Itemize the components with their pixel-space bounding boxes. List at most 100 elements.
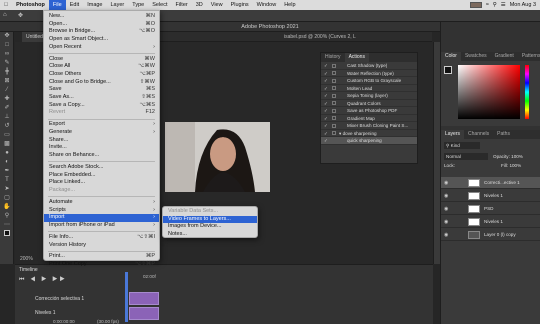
shape-tool-icon[interactable]: ▢ — [0, 194, 14, 203]
stamp-tool-icon[interactable]: ⊥ — [0, 113, 14, 122]
dialog-toggle-box[interactable] — [332, 78, 336, 83]
menu-item-print-one-copy[interactable]: Print One Copy ⌥⇧⌘P — [44, 261, 159, 269]
home-icon[interactable]: ⌂ — [3, 12, 7, 18]
action-row[interactable]: ✓ Custom RGB to Grayscale — [321, 77, 417, 85]
hue-slider[interactable] — [525, 65, 529, 119]
check-icon[interactable]: ✓ — [324, 130, 328, 137]
brush-tool-icon[interactable]: ✐ — [0, 104, 14, 113]
dialog-toggle-box[interactable] — [332, 86, 336, 90]
layer-filter-kind[interactable]: ⚲ Kind — [444, 142, 480, 149]
submenu-item-images-from-device[interactable]: Images from Device... — [163, 223, 257, 231]
move-tool-icon[interactable]: ✥ — [0, 32, 14, 41]
color-picker-field[interactable] — [458, 65, 520, 119]
track-label[interactable]: Corrección selectiva 1 — [35, 296, 84, 302]
action-row[interactable]: ✓ Cast Shadow (type) — [321, 62, 417, 70]
playhead[interactable] — [125, 272, 128, 322]
gradient-tool-icon[interactable]: ▩ — [0, 140, 14, 149]
menu-item-close-others[interactable]: Close Others ⌥⌘P — [44, 71, 159, 79]
opacity-control[interactable]: Opacity: 100% — [493, 153, 523, 160]
zoom-level[interactable]: 200% — [20, 256, 33, 262]
menu-item-scripts[interactable]: Scripts › — [44, 207, 159, 215]
pen-tool-icon[interactable]: ✒ — [0, 167, 14, 176]
menu-item-invite[interactable]: Invite... — [44, 144, 159, 152]
layer-row[interactable]: ◉ Niveles 1 — [441, 190, 540, 202]
menu-item-export[interactable]: Export › — [44, 121, 159, 129]
foreground-color-swatch[interactable] — [0, 230, 14, 239]
hand-tool-icon[interactable]: ✋ — [0, 203, 14, 212]
menu-view[interactable]: View — [207, 0, 227, 10]
check-icon[interactable]: ✓ — [324, 100, 328, 107]
tab-gradient[interactable]: Gradient — [491, 52, 518, 61]
screen-recording-thumbnail[interactable] — [469, 2, 482, 8]
healing-tool-icon[interactable]: ✚ — [0, 95, 14, 104]
check-icon[interactable]: ✓ — [324, 107, 328, 114]
menu-item-import[interactable]: Import › — [44, 214, 159, 222]
wifi-icon[interactable]: ≈ — [486, 2, 489, 8]
menu-app-name[interactable]: Photoshop — [12, 0, 49, 10]
menu-item-browse-in-bridge[interactable]: Browse in Bridge... ⌥⌘O — [44, 28, 159, 36]
menu-edit[interactable]: Edit — [66, 0, 83, 10]
menu-item-place-linked[interactable]: Place Linked... — [44, 179, 159, 187]
eye-icon[interactable]: ◉ — [444, 193, 448, 199]
document-tab-right[interactable]: isabel.psd @ 200% (Curves 2, L — [284, 32, 356, 42]
menu-plugins[interactable]: Plugins — [227, 0, 253, 10]
track-label[interactable]: Niveles 1 — [35, 310, 56, 316]
action-row[interactable]: ✓ Quadrant Colors — [321, 100, 417, 107]
foreground-swatch[interactable] — [444, 66, 452, 74]
dialog-toggle-box[interactable] — [332, 63, 336, 68]
check-icon[interactable]: ✓ — [324, 115, 328, 122]
check-icon[interactable]: ✓ — [324, 122, 328, 129]
tab-history[interactable]: History — [321, 53, 345, 62]
menu-item-share-on-behance[interactable]: Share on Behance... — [44, 152, 159, 160]
action-row[interactable]: ✓ Save as Photoshop PDF — [321, 107, 417, 115]
apple-icon[interactable]:  — [0, 0, 12, 10]
submenu-item-video-frames-to-layers[interactable]: Video Frames to Layers... — [163, 215, 257, 224]
dialog-toggle-box[interactable] — [332, 101, 336, 105]
tab-patterns[interactable]: Patterns — [518, 52, 540, 61]
check-icon[interactable]: ✓ — [324, 77, 328, 84]
action-row[interactable]: ✓ Gradient Map — [321, 115, 417, 122]
eyedropper-tool-icon[interactable]: ⁄ — [0, 86, 14, 95]
menu-3d[interactable]: 3D — [192, 0, 207, 10]
action-row-selected[interactable]: ✓ quick sharpening — [321, 137, 417, 145]
action-row[interactable]: ✓ Molten Lead — [321, 85, 417, 92]
menu-item-save-as[interactable]: Save As... ⇧⌘S — [44, 94, 159, 102]
frame-tool-icon[interactable]: ⊠ — [0, 77, 14, 86]
tab-channels[interactable]: Channels — [464, 130, 493, 139]
eraser-tool-icon[interactable]: ▭ — [0, 131, 14, 140]
layer-row[interactable]: ◉ PSD — [441, 203, 540, 215]
menu-item-place-embedded[interactable]: Place Embedded... — [44, 172, 159, 180]
menu-item-generate[interactable]: Generate › — [44, 129, 159, 137]
move-tool-icon[interactable]: ✥ — [18, 12, 23, 19]
crop-tool-icon[interactable]: ╋ — [0, 68, 14, 77]
tab-actions[interactable]: Actions — [344, 53, 369, 62]
check-icon[interactable]: ✓ — [324, 70, 328, 77]
eye-icon[interactable]: ◉ — [444, 232, 448, 238]
tab-swatches[interactable]: Swatches — [461, 52, 491, 61]
menu-item-close-and-go-to-bridge[interactable]: Close and Go to Bridge... ⇧⌘W — [44, 79, 159, 87]
control-center-icon[interactable]: ☰ — [501, 2, 506, 8]
menu-file[interactable]: File — [48, 0, 66, 10]
quick-select-tool-icon[interactable]: ✎ — [0, 59, 14, 68]
eye-icon[interactable]: ◉ — [444, 180, 448, 186]
fill-control[interactable]: Fill: 100% — [501, 162, 521, 169]
check-icon[interactable]: ✓ — [324, 92, 328, 99]
eye-icon[interactable]: ◉ — [444, 219, 448, 225]
timeline-clip[interactable] — [129, 307, 159, 320]
tab-paths[interactable]: Paths — [493, 130, 514, 139]
check-icon[interactable]: ✓ — [324, 85, 328, 92]
path-select-tool-icon[interactable]: ➤ — [0, 185, 14, 194]
timeline-clip[interactable] — [129, 292, 159, 305]
layer-row[interactable]: ◉ Correcti...ective 1 — [441, 177, 540, 189]
menu-item-search-adobe-stock[interactable]: Search Adobe Stock... — [44, 164, 159, 172]
search-icon[interactable]: ⚲ — [493, 2, 497, 8]
menu-item-file-info[interactable]: File Info... ⌥⇧⌘I — [44, 234, 159, 242]
tab-color[interactable]: Color — [441, 52, 461, 61]
dialog-toggle-box[interactable] — [332, 93, 336, 98]
check-icon[interactable]: ✓ — [324, 62, 328, 69]
dialog-toggle-box[interactable] — [332, 123, 336, 128]
action-row[interactable]: ✓ Sepia Toning (layer) — [321, 92, 417, 100]
menu-item-version-history[interactable]: Version History — [44, 242, 159, 250]
zoom-tool-icon[interactable]: ⚲ — [0, 212, 14, 221]
dodge-tool-icon[interactable]: ◐ — [0, 158, 14, 167]
